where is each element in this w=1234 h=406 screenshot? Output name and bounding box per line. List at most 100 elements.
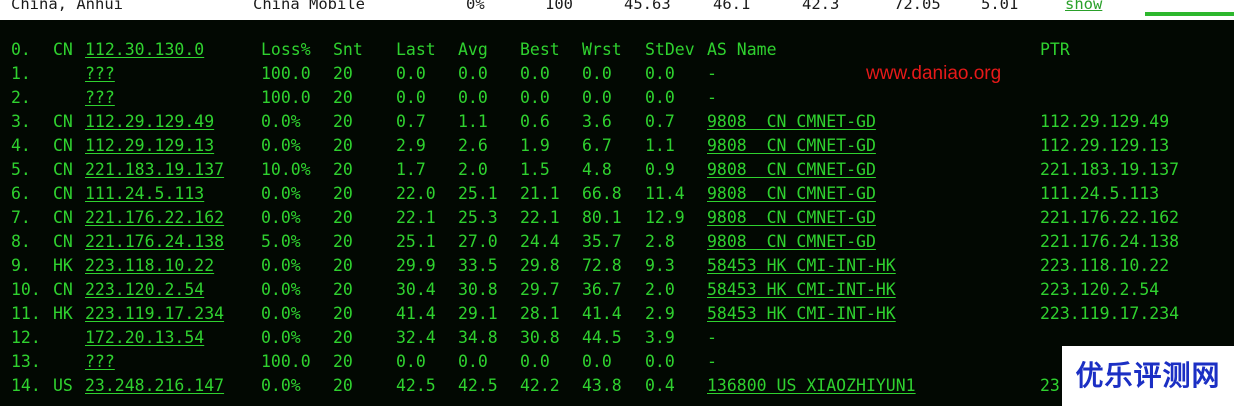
hop-host-link[interactable]: 221.183.19.137 (85, 160, 224, 180)
hop-as-name: - (707, 64, 717, 83)
hop-snt: 20 (333, 88, 353, 107)
hop-host-link[interactable]: ??? (85, 64, 115, 84)
hop-loss: 10.0% (261, 160, 311, 179)
hop-number: 14. (11, 376, 41, 395)
hop-avg: 2.6 (458, 136, 488, 155)
hop-country: CN (53, 160, 73, 179)
hop-as-name[interactable]: 9808 CN CMNET-GD (707, 160, 876, 180)
value-2-text: 46.1 (713, 0, 751, 13)
hop-best: 1.5 (520, 160, 550, 179)
hop-best: 30.8 (520, 328, 560, 347)
hop-ptr: 221.183.19.137 (1040, 160, 1180, 179)
hop-number: 7. (11, 208, 31, 227)
hop-wrst: 80.1 (582, 208, 622, 227)
header-host-link[interactable]: 112.30.130.0 (85, 40, 204, 60)
hop-ptr: 112.29.129.49 (1040, 112, 1170, 131)
hop-host-link[interactable]: 172.20.13.54 (85, 328, 204, 348)
hop-host-link[interactable]: 223.120.2.54 (85, 280, 204, 300)
hop-last: 25.1 (396, 232, 436, 251)
value-5-text: 5.01 (981, 0, 1019, 13)
hop-stdev: 2.9 (645, 304, 675, 323)
location-text: China, Anhui (11, 0, 123, 13)
show-link[interactable]: show (1065, 0, 1102, 12)
hop-ptr: 221.176.22.162 (1040, 208, 1180, 227)
hop-ptr: 223.119.17.234 (1040, 304, 1180, 323)
header-wrst: Wrst (582, 40, 622, 59)
hop-wrst: 0.0 (582, 352, 612, 371)
hop-host-link[interactable]: 112.29.129.13 (85, 136, 214, 156)
hop-best: 29.8 (520, 256, 560, 275)
hop-avg: 0.0 (458, 352, 488, 371)
hop-ptr: 223.118.10.22 (1040, 256, 1170, 275)
hop-host-link[interactable]: 112.29.129.49 (85, 112, 214, 132)
hop-best: 22.1 (520, 208, 560, 227)
hop-loss: 5.0% (261, 232, 301, 251)
hop-country: CN (53, 232, 73, 251)
hop-ptr: 223.120.2.54 (1040, 280, 1160, 299)
hop-avg: 33.5 (458, 256, 498, 275)
hop-as-name[interactable]: 58453 HK CMI-INT-HK (707, 280, 896, 300)
hop-host-link[interactable]: 223.119.17.234 (85, 304, 224, 324)
hop-number: 3. (11, 112, 31, 131)
hop-host-link[interactable]: ??? (85, 352, 115, 372)
hop-snt: 20 (333, 352, 353, 371)
header-last: Last (396, 40, 436, 59)
header-stdev: StDev (645, 40, 695, 59)
hop-wrst: 72.8 (582, 256, 622, 275)
hop-as-name: - (707, 88, 717, 107)
hop-country: HK (53, 304, 73, 323)
hop-snt: 20 (333, 136, 353, 155)
hop-as-name[interactable]: 9808 CN CMNET-GD (707, 136, 876, 156)
hop-as-name[interactable]: 9808 CN CMNET-GD (707, 208, 876, 228)
hop-host-link[interactable]: 23.248.216.147 (85, 376, 224, 396)
hop-best: 0.0 (520, 64, 550, 83)
hop-as-name[interactable]: 9808 CN CMNET-GD (707, 112, 876, 132)
hop-host-link[interactable]: 221.176.24.138 (85, 232, 224, 252)
hop-host-link[interactable]: 223.118.10.22 (85, 256, 214, 276)
hop-loss: 0.0% (261, 208, 301, 227)
hop-stdev: 9.3 (645, 256, 675, 275)
hop-as-name[interactable]: 136800 US XIAOZHIYUN1 (707, 376, 916, 396)
hop-snt: 20 (333, 376, 353, 395)
hop-number: 6. (11, 184, 31, 203)
hop-wrst: 44.5 (582, 328, 622, 347)
hop-loss: 0.0% (261, 304, 301, 323)
hop-country: CN (53, 280, 73, 299)
hop-stdev: 1.1 (645, 136, 675, 155)
hop-stdev: 2.0 (645, 280, 675, 299)
hop-wrst: 0.0 (582, 88, 612, 107)
hop-last: 30.4 (396, 280, 436, 299)
hop-host-link[interactable]: 111.24.5.113 (85, 184, 204, 204)
hop-number: 13. (11, 352, 41, 371)
header-snt: Snt (333, 40, 363, 59)
hop-as-name[interactable]: 58453 HK CMI-INT-HK (707, 304, 896, 324)
hop-snt: 20 (333, 256, 353, 275)
hop-stdev: 2.8 (645, 232, 675, 251)
hop-number: 1. (11, 64, 31, 83)
hop-host-link[interactable]: ??? (85, 88, 115, 108)
hop-host-link[interactable]: 221.176.22.162 (85, 208, 224, 228)
hop-stdev: 0.4 (645, 376, 675, 395)
hop-as-name[interactable]: 58453 HK CMI-INT-HK (707, 256, 896, 276)
hop-last: 0.0 (396, 64, 426, 83)
hop-best: 24.4 (520, 232, 560, 251)
hop-as-name: - (707, 352, 717, 371)
hop-number: 2. (11, 88, 31, 107)
hop-country: CN (53, 184, 73, 203)
hop-loss: 0.0% (261, 184, 301, 203)
hop-as-name[interactable]: 9808 CN CMNET-GD (707, 184, 876, 204)
header-as-name: AS Name (707, 40, 777, 59)
hop-last: 42.5 (396, 376, 436, 395)
hop-snt: 20 (333, 160, 353, 179)
watermark-text: www.daniao.org (866, 63, 1002, 84)
hop-ptr: 221.176.24.138 (1040, 232, 1180, 251)
hop-stdev: 0.0 (645, 64, 675, 83)
hop-wrst: 43.8 (582, 376, 622, 395)
hop-loss: 0.0% (261, 256, 301, 275)
hop-avg: 0.0 (458, 88, 488, 107)
hop-best: 21.1 (520, 184, 560, 203)
hop-avg: 30.8 (458, 280, 498, 299)
hop-as-name[interactable]: 9808 CN CMNET-GD (707, 232, 876, 252)
hop-avg: 25.3 (458, 208, 498, 227)
hop-snt: 20 (333, 280, 353, 299)
